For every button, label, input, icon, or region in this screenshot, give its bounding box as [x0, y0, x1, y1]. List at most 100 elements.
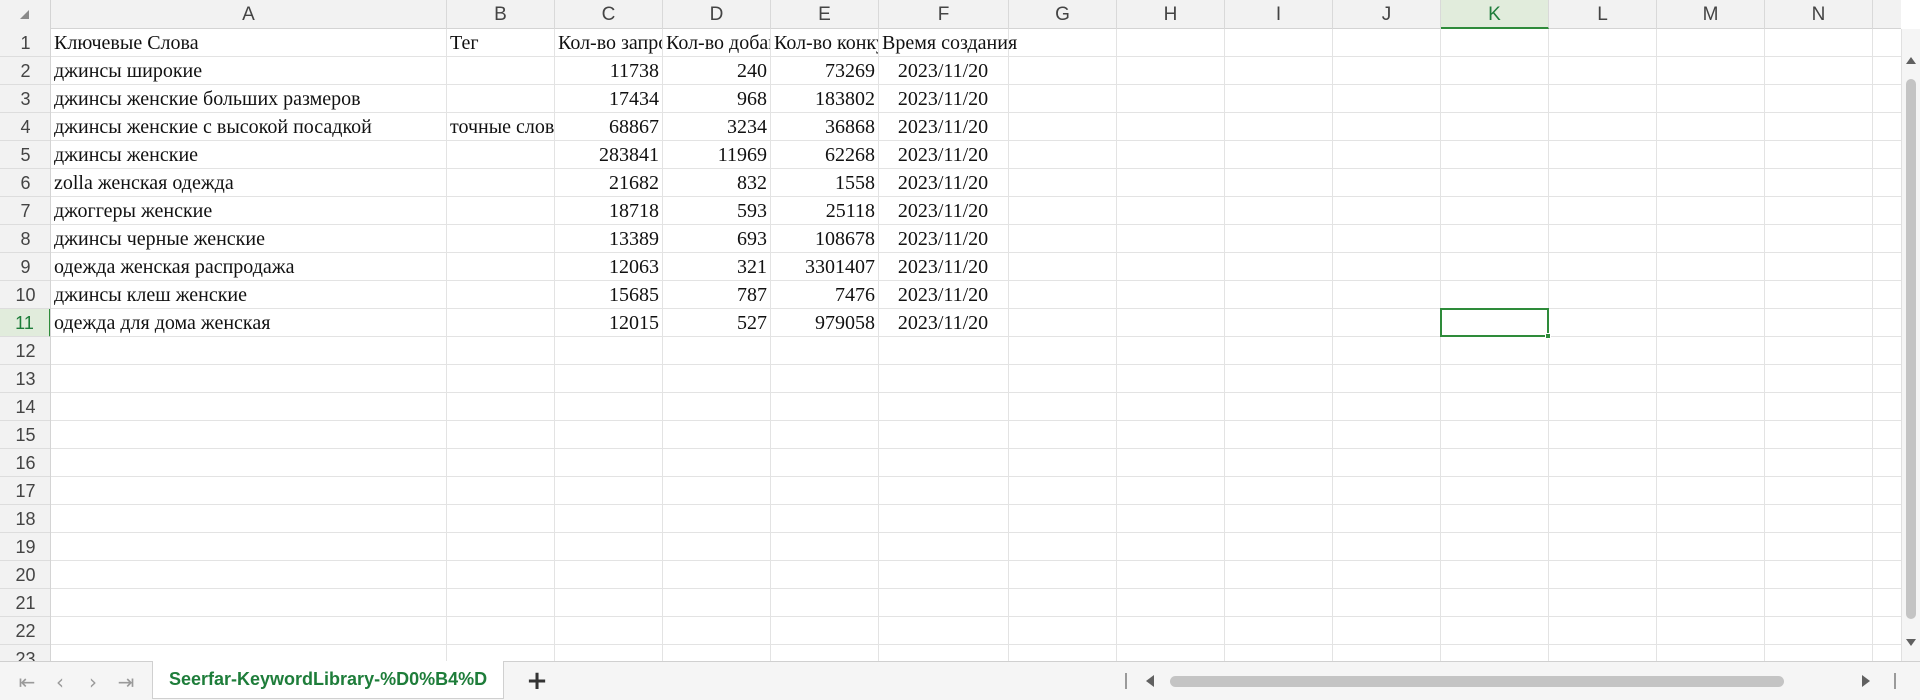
column-header-d[interactable]: D: [663, 0, 771, 29]
cell-created[interactable]: 2023/11/20: [879, 141, 1007, 169]
column-header-a[interactable]: A: [51, 0, 447, 29]
cell-keyword[interactable]: джоггеры женские: [51, 197, 446, 225]
cell-competitors[interactable]: 3301407: [771, 253, 878, 281]
next-sheet-icon[interactable]: ›: [80, 669, 106, 695]
cell-created[interactable]: 2023/11/20: [879, 169, 1007, 197]
header-cell-competitors[interactable]: Кол-во конкурентов: [771, 29, 878, 57]
row-header-2[interactable]: 2: [0, 57, 50, 85]
row-header-7[interactable]: 7: [0, 197, 50, 225]
row-header-21[interactable]: 21: [0, 589, 50, 617]
cell-queries[interactable]: 11738: [555, 57, 662, 85]
cell-keyword[interactable]: джинсы женские больших размеров: [51, 85, 446, 113]
header-cell-queries[interactable]: Кол-во запросов: [555, 29, 662, 57]
cell-keyword[interactable]: джинсы черные женские: [51, 225, 446, 253]
row-header-14[interactable]: 14: [0, 393, 50, 421]
cell-queries[interactable]: 15685: [555, 281, 662, 309]
cell-added[interactable]: 3234: [663, 113, 770, 141]
cell-created[interactable]: 2023/11/20: [879, 225, 1007, 253]
column-header-c[interactable]: C: [555, 0, 663, 29]
row-header-6[interactable]: 6: [0, 169, 50, 197]
cell-keyword[interactable]: одежда для дома женская: [51, 309, 446, 337]
cell-keyword[interactable]: одежда женская распродажа: [51, 253, 446, 281]
cell-added[interactable]: 968: [663, 85, 770, 113]
column-header-i[interactable]: I: [1225, 0, 1333, 29]
row-header-16[interactable]: 16: [0, 449, 50, 477]
scroll-left-icon[interactable]: [1146, 675, 1154, 687]
cell-competitors[interactable]: 183802: [771, 85, 878, 113]
cell-competitors[interactable]: 73269: [771, 57, 878, 85]
header-cell-keyword[interactable]: Ключевые Слова: [51, 29, 446, 57]
row-header-8[interactable]: 8: [0, 225, 50, 253]
column-header-n[interactable]: N: [1765, 0, 1873, 29]
row-header-19[interactable]: 19: [0, 533, 50, 561]
horizontal-scroll-thumb[interactable]: [1170, 676, 1784, 687]
cell-queries[interactable]: 17434: [555, 85, 662, 113]
column-header-g[interactable]: G: [1009, 0, 1117, 29]
column-header-b[interactable]: B: [447, 0, 555, 29]
column-header-l[interactable]: L: [1549, 0, 1657, 29]
row-header-10[interactable]: 10: [0, 281, 50, 309]
cell-keyword[interactable]: джинсы клеш женские: [51, 281, 446, 309]
cell-area[interactable]: Ключевые СловаТегКол-во запросовКол-во д…: [51, 29, 1901, 661]
header-cell-tag[interactable]: Тег: [447, 29, 554, 57]
column-header-f[interactable]: F: [879, 0, 1009, 29]
header-cell-created[interactable]: Время создания: [879, 29, 1017, 57]
cell-competitors[interactable]: 62268: [771, 141, 878, 169]
cell-created[interactable]: 2023/11/20: [879, 197, 1007, 225]
sheet-tab[interactable]: Seerfar-KeywordLibrary-%D0%B4%D: [152, 661, 505, 699]
cell-added[interactable]: 11969: [663, 141, 770, 169]
row-header-20[interactable]: 20: [0, 561, 50, 589]
row-header-4[interactable]: 4: [0, 113, 50, 141]
row-header-22[interactable]: 22: [0, 617, 50, 645]
active-cell-cursor[interactable]: [1440, 308, 1551, 339]
cell-competitors[interactable]: 108678: [771, 225, 878, 253]
row-header-12[interactable]: 12: [0, 337, 50, 365]
row-header-17[interactable]: 17: [0, 477, 50, 505]
column-header-k[interactable]: K: [1441, 0, 1549, 29]
cell-created[interactable]: 2023/11/20: [879, 57, 1007, 85]
cell-created[interactable]: 2023/11/20: [879, 253, 1007, 281]
row-header-9[interactable]: 9: [0, 253, 50, 281]
cell-added[interactable]: 321: [663, 253, 770, 281]
row-header-11[interactable]: 11: [0, 309, 50, 337]
spreadsheet-grid[interactable]: ABCDEFGHIJKLMN 1 2 3 4 5 6 7 8 9 10 11 12 13 14 15 16 17…: [0, 0, 1901, 661]
cell-tag[interactable]: точные слова: [447, 113, 554, 141]
cell-competitors[interactable]: 979058: [771, 309, 878, 337]
vertical-scrollbar[interactable]: [1901, 29, 1920, 661]
cell-created[interactable]: 2023/11/20: [879, 113, 1007, 141]
cell-added[interactable]: 593: [663, 197, 770, 225]
cell-competitors[interactable]: 36868: [771, 113, 878, 141]
cell-queries[interactable]: 13389: [555, 225, 662, 253]
scroll-up-icon[interactable]: [1906, 57, 1916, 64]
column-header-e[interactable]: E: [771, 0, 879, 29]
column-header-m[interactable]: M: [1657, 0, 1765, 29]
scroll-down-icon[interactable]: [1906, 639, 1916, 646]
cell-created[interactable]: 2023/11/20: [879, 309, 1007, 337]
row-header-13[interactable]: 13: [0, 365, 50, 393]
cell-competitors[interactable]: 25118: [771, 197, 878, 225]
first-sheet-icon[interactable]: ⇤: [14, 669, 40, 695]
cell-created[interactable]: 2023/11/20: [879, 85, 1007, 113]
cell-keyword[interactable]: джинсы широкие: [51, 57, 446, 85]
cell-created[interactable]: 2023/11/20: [879, 281, 1007, 309]
cell-queries[interactable]: 283841: [555, 141, 662, 169]
select-all-corner[interactable]: [0, 0, 51, 29]
cell-added[interactable]: 693: [663, 225, 770, 253]
cell-keyword[interactable]: джинсы женские с высокой посадкой: [51, 113, 446, 141]
cell-competitors[interactable]: 7476: [771, 281, 878, 309]
row-header-15[interactable]: 15: [0, 421, 50, 449]
column-header-h[interactable]: H: [1117, 0, 1225, 29]
last-sheet-icon[interactable]: ⇥: [113, 669, 139, 695]
scroll-right-icon[interactable]: [1862, 675, 1870, 687]
cell-queries[interactable]: 12063: [555, 253, 662, 281]
prev-sheet-icon[interactable]: ‹: [47, 669, 73, 695]
column-header-j[interactable]: J: [1333, 0, 1441, 29]
cell-added[interactable]: 832: [663, 169, 770, 197]
row-header-3[interactable]: 3: [0, 85, 50, 113]
row-header-5[interactable]: 5: [0, 141, 50, 169]
cell-keyword[interactable]: zolla женская одежда: [51, 169, 446, 197]
cell-queries[interactable]: 21682: [555, 169, 662, 197]
cell-keyword[interactable]: джинсы женские: [51, 141, 446, 169]
horizontal-split-handle[interactable]: [1125, 673, 1127, 689]
cell-added[interactable]: 527: [663, 309, 770, 337]
